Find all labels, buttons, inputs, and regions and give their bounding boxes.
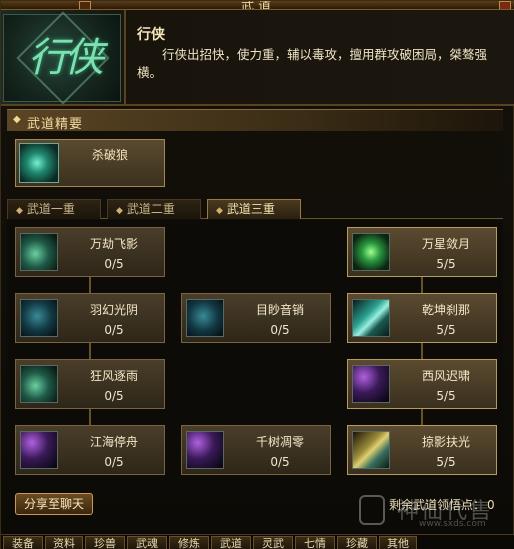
skill-name: 目眇音销 bbox=[255, 303, 304, 317]
share-to-chat-button[interactable]: 分享至聊天 bbox=[15, 493, 93, 515]
skill-slot[interactable]: 千树凋零 0/5 bbox=[181, 425, 331, 475]
skill-name: 西风迟啸 bbox=[421, 369, 470, 383]
skill-slot[interactable]: 万星敛月 5/5 bbox=[347, 227, 497, 277]
purple-branch-icon bbox=[186, 431, 224, 469]
skill-slot[interactable]: 江海停舟 0/5 bbox=[15, 425, 165, 475]
wolf-spirit-icon bbox=[19, 143, 59, 183]
tab-label: 武道一重 bbox=[26, 202, 75, 216]
class-title: 行侠 bbox=[137, 27, 165, 43]
emblem-calligraphy: 行侠 bbox=[28, 35, 104, 81]
tab-martial-path[interactable]: 武道 bbox=[211, 536, 251, 549]
tree-connector bbox=[421, 343, 423, 359]
tab-label: 武道三重 bbox=[226, 202, 275, 216]
remaining-points-value: 0 bbox=[487, 498, 495, 512]
tab-spirit-weapon[interactable]: 灵武 bbox=[253, 536, 293, 549]
essence-section-label: 武道精要 bbox=[27, 117, 84, 132]
gold-blade-icon bbox=[352, 431, 390, 469]
green-wind-icon bbox=[20, 365, 58, 403]
tab-tier-3[interactable]: ◆ 武道三重 bbox=[207, 199, 301, 219]
close-icon[interactable] bbox=[499, 1, 511, 9]
skill-slot[interactable]: 目眇音销 0/5 bbox=[181, 293, 331, 343]
tree-connector bbox=[89, 409, 91, 425]
skill-name: 掠影扶光 bbox=[421, 435, 470, 449]
neon-star-icon bbox=[352, 233, 390, 271]
skill-level: 5/5 bbox=[436, 257, 456, 271]
tree-connector bbox=[421, 277, 423, 293]
tab-emotions[interactable]: 七情 bbox=[295, 536, 335, 549]
skill-name: 万星敛月 bbox=[421, 237, 470, 251]
class-description: 行侠出招快，使力重，辅以毒攻，擅用群攻破困局，桀骜强横。 bbox=[137, 47, 488, 80]
skill-level: 5/5 bbox=[436, 389, 456, 403]
essence-section-header: ◆ 武道精要 bbox=[7, 109, 503, 132]
tab-martial-soul[interactable]: 武魂 bbox=[127, 536, 167, 549]
tab-cultivation[interactable]: 修炼 bbox=[169, 536, 209, 549]
skill-slot[interactable]: 万劫飞影 0/5 bbox=[15, 227, 165, 277]
tree-connector bbox=[89, 277, 91, 293]
skill-slot[interactable]: 乾坤刹那 5/5 bbox=[347, 293, 497, 343]
blue-swirl-icon bbox=[20, 299, 58, 337]
skill-name: 千树凋零 bbox=[255, 435, 304, 449]
diamond-bullet-icon: ◆ bbox=[13, 114, 21, 125]
tab-tier-2[interactable]: ◆ 武道二重 bbox=[107, 199, 201, 219]
essence-skill-name: 杀破狼 bbox=[92, 148, 129, 162]
skill-name: 万劫飞影 bbox=[89, 237, 138, 251]
purple-boat-icon bbox=[20, 431, 58, 469]
skill-level: 0/5 bbox=[104, 455, 124, 469]
tab-tier-1[interactable]: ◆ 武道一重 bbox=[7, 199, 101, 219]
tab-collection[interactable]: 珍藏 bbox=[337, 536, 377, 549]
tab-profile[interactable]: 资料 bbox=[45, 536, 83, 549]
bottom-tab-bar: 装备 资料 珍兽 武魂 修炼 武道 灵武 七情 珍藏 其他 bbox=[1, 534, 514, 549]
robot-logo-icon bbox=[359, 495, 385, 525]
skill-level: 0/5 bbox=[104, 323, 124, 337]
tab-label: 武道二重 bbox=[126, 202, 175, 216]
skill-slot[interactable]: 西风迟啸 5/5 bbox=[347, 359, 497, 409]
title-bar[interactable]: 武道 bbox=[1, 1, 514, 10]
window-title: 武道 bbox=[240, 1, 275, 10]
diamond-bullet-icon: ◆ bbox=[116, 206, 123, 216]
remaining-points-label: 剩余武道领悟点： bbox=[389, 498, 486, 512]
skill-level: 5/5 bbox=[436, 455, 456, 469]
skill-name: 羽幻光阴 bbox=[89, 303, 138, 317]
skill-slot[interactable]: 羽幻光阴 0/5 bbox=[15, 293, 165, 343]
class-emblem-icon: 行侠 bbox=[3, 11, 121, 105]
diamond-bullet-icon: ◆ bbox=[216, 206, 223, 216]
teal-blade-icon bbox=[352, 299, 390, 337]
watermark-url: www.sxds.com bbox=[419, 519, 486, 529]
skill-level: 0/5 bbox=[104, 257, 124, 271]
diamond-bullet-icon: ◆ bbox=[16, 206, 23, 216]
essence-skill[interactable]: 杀破狼 bbox=[15, 139, 165, 187]
skill-slot[interactable]: 狂风逐雨 0/5 bbox=[15, 359, 165, 409]
tree-connector bbox=[89, 343, 91, 359]
remaining-points: 剩余武道领悟点： 0 bbox=[389, 496, 495, 513]
martial-path-window: 武道 行侠 行侠 行侠出招快，使力重，辅以毒攻，擅用群攻破困局，桀骜强横。 ◆ … bbox=[0, 0, 514, 549]
tier-tabs: ◆ 武道一重 ◆ 武道二重 ◆ 武道三重 bbox=[7, 199, 503, 219]
skill-level: 0/5 bbox=[270, 323, 290, 337]
tab-equipment[interactable]: 装备 bbox=[3, 536, 43, 549]
tab-other[interactable]: 其他 bbox=[379, 536, 417, 549]
skill-slot[interactable]: 掠影扶光 5/5 bbox=[347, 425, 497, 475]
skill-name: 乾坤刹那 bbox=[421, 303, 470, 317]
skill-name: 江海停舟 bbox=[89, 435, 138, 449]
skill-level: 5/5 bbox=[436, 323, 456, 337]
skill-level: 0/5 bbox=[270, 455, 290, 469]
purple-wave-icon bbox=[352, 365, 390, 403]
skill-level: 0/5 bbox=[104, 389, 124, 403]
skill-name: 狂风逐雨 bbox=[89, 369, 138, 383]
tree-connector bbox=[421, 409, 423, 425]
green-beast-icon bbox=[20, 233, 58, 271]
tab-pets[interactable]: 珍兽 bbox=[85, 536, 125, 549]
class-header: 行侠 行侠 行侠出招快，使力重，辅以毒攻，擅用群攻破困局，桀骜强横。 bbox=[1, 10, 514, 106]
header-divider bbox=[124, 10, 126, 106]
blue-serpent-icon bbox=[186, 299, 224, 337]
